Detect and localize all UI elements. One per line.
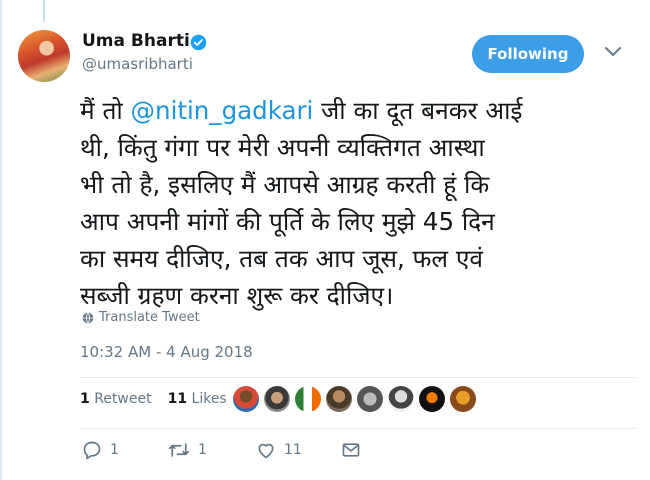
liker-avatar[interactable]	[295, 386, 321, 412]
translate-tweet-link[interactable]: Translate Tweet	[82, 310, 200, 325]
chevron-down-icon[interactable]	[604, 46, 622, 58]
translate-label[interactable]: Translate Tweet	[99, 310, 200, 325]
tweet-line-3: भी तो है, इसलिए मैं आपसे आग्रह करती हूं …	[80, 170, 490, 199]
tweet-line-6: सब्जी ग्रहण करना शुरू कर दीजिए।	[80, 281, 394, 310]
tweet-line-2: थी, किंतु गंगा पर मेरी अपनी व्यक्तिगत आस…	[80, 133, 485, 162]
thread-rule	[0, 0, 2, 480]
liker-avatar[interactable]	[419, 386, 445, 412]
author-handle[interactable]: @umasribharti	[82, 55, 193, 73]
tweet-line-4: आप अपनी मांगों की पूर्ति के लिए मुझे 45 …	[80, 207, 495, 236]
envelope-icon	[342, 443, 360, 457]
retweet-icon	[168, 443, 190, 457]
tweet-line-1: मैं तो @nitin_gadkari जी का दूत बनकर आई	[80, 96, 523, 125]
liker-avatar[interactable]	[450, 386, 476, 412]
liker-avatar[interactable]	[264, 386, 290, 412]
reply-icon	[83, 441, 101, 460]
divider	[80, 428, 636, 429]
like-button[interactable]: 11	[256, 440, 302, 460]
liker-avatar[interactable]	[326, 386, 352, 412]
liker-avatar[interactable]	[357, 386, 383, 412]
retweet-button[interactable]: 1	[168, 440, 207, 460]
tweet-text: मैं तो @nitin_gadkari जी का दूत बनकर आई …	[80, 92, 640, 314]
tweet-line-5: का समय दीजिए, तब तक आप जूस, फल एवं	[80, 244, 483, 273]
message-button[interactable]	[341, 440, 361, 460]
liker-avatar[interactable]	[233, 386, 259, 412]
likes-stat[interactable]: 11 Likes	[168, 391, 227, 407]
author-name[interactable]: Uma Bharti	[82, 31, 190, 51]
reply-button[interactable]: 1	[82, 440, 119, 460]
liker-avatar[interactable]	[388, 386, 414, 412]
tweet-timestamp[interactable]: 10:32 AM - 4 Aug 2018	[80, 343, 253, 361]
divider	[80, 377, 636, 378]
thread-connector	[43, 0, 45, 22]
tweet-actions: 1 1 11	[82, 440, 382, 464]
following-button[interactable]: Following	[472, 35, 584, 73]
globe-icon	[82, 312, 94, 323]
heart-icon	[258, 443, 274, 459]
retweet-stat[interactable]: 1 Retweet	[80, 391, 152, 407]
author-avatar[interactable]	[18, 30, 70, 82]
verified-badge-icon	[190, 34, 207, 51]
mention-link[interactable]: @nitin_gadkari	[131, 96, 314, 125]
tweet-stats: 1 Retweet 11 Likes	[80, 391, 227, 407]
likers-avatars	[233, 386, 476, 412]
